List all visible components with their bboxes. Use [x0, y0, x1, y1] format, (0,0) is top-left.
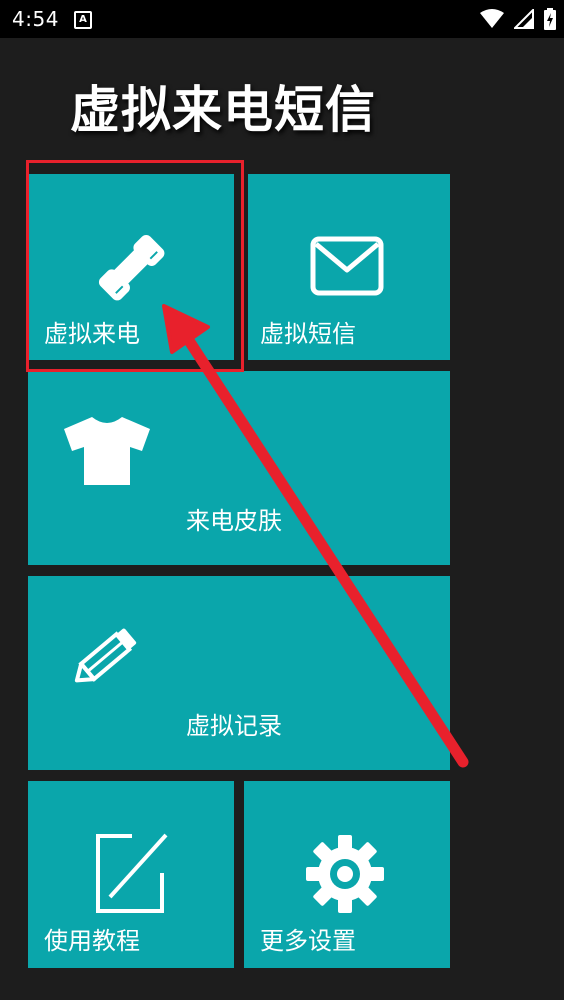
tile-label: 使用教程 — [44, 927, 140, 955]
edit-icon — [96, 833, 168, 913]
tile-virtual-sms[interactable]: 虚拟短信 — [248, 174, 450, 360]
tile-more-settings[interactable]: 更多设置 — [244, 781, 450, 968]
pencil-icon — [74, 628, 137, 683]
tile-label: 更多设置 — [260, 927, 356, 955]
phone-icon — [98, 234, 165, 301]
tile-label: 虚拟短信 — [260, 320, 356, 348]
tile-label: 虚拟记录 — [186, 712, 282, 740]
status-bar: 4:54 A — [0, 0, 564, 38]
tile-tutorial[interactable]: 使用教程 — [28, 781, 234, 968]
tile-virtual-call[interactable]: 虚拟来电 — [28, 174, 234, 360]
tile-virtual-record[interactable]: 虚拟记录 — [28, 576, 450, 770]
envelope-icon — [310, 236, 384, 296]
status-icons — [480, 8, 556, 30]
wifi-icon — [480, 9, 504, 28]
battery-icon — [544, 8, 556, 30]
signal-icon — [514, 9, 534, 29]
gear-icon — [306, 835, 384, 913]
tile-label: 来电皮肤 — [186, 507, 282, 535]
tshirt-icon — [64, 417, 150, 485]
tile-label: 虚拟来电 — [44, 320, 140, 348]
tile-call-skin[interactable]: 来电皮肤 — [28, 371, 450, 565]
app-title: 虚拟来电短信 — [70, 81, 376, 139]
status-time: 4:54 — [12, 7, 59, 31]
a-badge-icon: A — [74, 11, 92, 29]
